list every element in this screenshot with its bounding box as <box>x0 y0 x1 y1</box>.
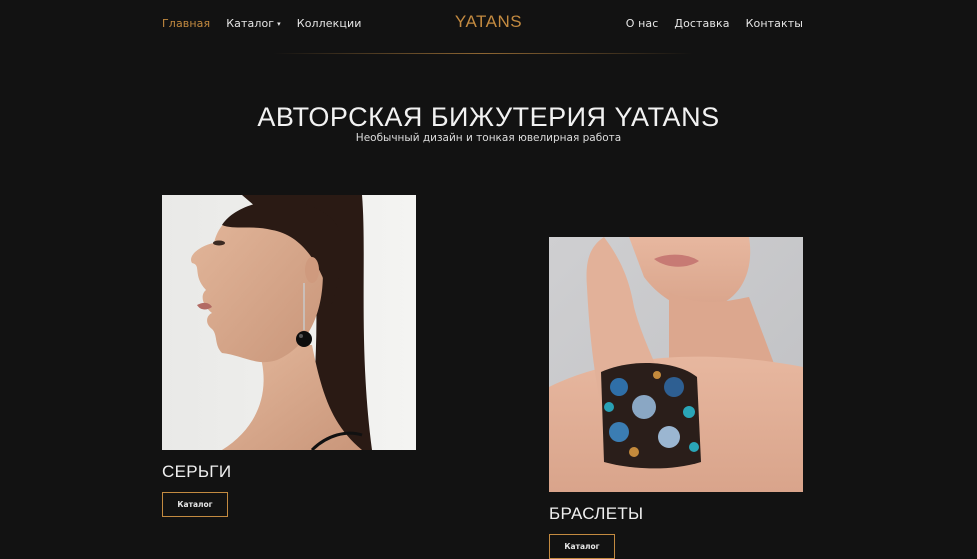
nav-link-delivery[interactable]: Доставка <box>674 17 729 30</box>
nav-link-about[interactable]: О нас <box>626 17 659 30</box>
category-card-bracelets: БРАСЛЕТЫ Каталог <box>549 237 803 559</box>
category-title[interactable]: БРАСЛЕТЫ <box>549 504 803 524</box>
nav-link-contacts[interactable]: Контакты <box>746 17 803 30</box>
header-divider <box>273 53 693 54</box>
page-title: АВТОРСКАЯ БИЖУТЕРИЯ YATANS <box>257 102 720 133</box>
bracelet-model-photo[interactable] <box>549 237 803 492</box>
main-nav-right: О нас Доставка Контакты <box>610 17 803 30</box>
category-card-earrings: СЕРЬГИ Каталог <box>162 195 416 517</box>
catalog-button[interactable]: Каталог <box>549 534 615 559</box>
page-subtitle: Необычный дизайн и тонкая ювелирная рабо… <box>355 132 622 144</box>
category-title[interactable]: СЕРЬГИ <box>162 462 416 482</box>
earring-model-photo[interactable] <box>162 195 416 450</box>
catalog-button[interactable]: Каталог <box>162 492 228 517</box>
site-logo[interactable]: YATANS <box>0 12 977 32</box>
